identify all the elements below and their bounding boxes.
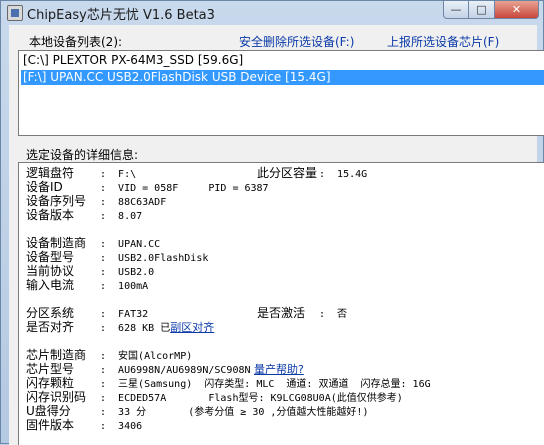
row-vendor: 设备制造商 : UPAN.CC [26, 236, 160, 250]
value-model: : USB2.0FlashDisk [100, 253, 209, 264]
value-score: : 33 分 (参考分值 ≥ 30 ,分值越大性能越好!) [100, 407, 369, 418]
row-logical-drive: 逻辑盘符 : F:\ [26, 166, 136, 180]
minimize-button[interactable]: — [443, 1, 469, 19]
value-activated: : 否 [319, 309, 348, 320]
row-flash-id: 闪存识别码 : ECDED57A Flash型号: K9LCG08U0A(此值仅供… [26, 390, 403, 404]
maximize-button[interactable]: □ [469, 1, 495, 19]
row-serial: 设备序列号 : 88C63ADF [26, 194, 166, 208]
details-label: 选定设备的详细信息: [26, 148, 139, 162]
key-chip-vendor: 芯片制造商 [26, 348, 87, 362]
device-item-c[interactable]: [C:\] PLEXTOR PX-64M3_SSD [59.6G] [21, 53, 544, 68]
key-model: 设备型号 [26, 250, 75, 264]
key-vendor: 设备制造商 [26, 236, 87, 250]
key-partition-cap: 此分区容量 [257, 166, 318, 180]
value-protocol: : USB2.0 [100, 267, 155, 278]
safe-remove-link[interactable]: 安全删除所选设备(F:) [239, 33, 354, 50]
row-partition-cap: 此分区容量: 15.4G [257, 166, 367, 180]
align-partition-link[interactable]: 副区对齐 [170, 321, 214, 334]
value-current: : 100mA [100, 281, 149, 292]
row-firmware: 固件版本 : 3406 [26, 418, 142, 432]
main-window: ChipEasy芯片无忧 V1.6 Beta3 — □ ✕ 本地设备列表(2):… [0, 0, 544, 445]
window-title: ChipEasy芯片无忧 V1.6 Beta3 [27, 8, 215, 23]
value-vendor: : UPAN.CC [100, 239, 161, 250]
key-current: 输入电流 [26, 278, 75, 292]
row-current: 输入电流 : 100mA [26, 278, 148, 292]
key-chip-model: 芯片型号 [26, 362, 75, 376]
row-flash: 闪存颗粒 : 三星(Samsung) 闪存类型: MLC 通道: 双通道 闪存总量… [26, 376, 431, 390]
window-controls: — □ ✕ [443, 1, 539, 20]
key-logical-drive: 逻辑盘符 [26, 166, 75, 180]
row-version: 设备版本 : 8.07 [26, 208, 142, 222]
key-version: 设备版本 [26, 208, 75, 222]
row-protocol: 当前协议 : USB2.0 [26, 264, 154, 278]
value-aligned: : 628 KB 已 [100, 323, 171, 334]
value-serial: : 88C63ADF [100, 197, 167, 208]
device-list-label: 本地设备列表(2): [29, 35, 123, 49]
value-logical-drive: : F:\ [100, 169, 137, 180]
device-list[interactable]: [C:\] PLEXTOR PX-64M3_SSD [59.6G] [F:\] … [18, 50, 544, 136]
key-serial: 设备序列号 [26, 194, 87, 208]
row-chip-vendor: 芯片制造商 : 安国(AlcorMP) [26, 348, 192, 362]
row-fs: 分区系统 : FAT32 [26, 306, 148, 320]
details-panel[interactable]: 逻辑盘符 : F:\ 此分区容量: 15.4G 设备ID : VID = 058F … [18, 162, 544, 445]
key-aligned: 是否对齐 [26, 320, 75, 334]
key-score: U盘得分 [26, 404, 71, 418]
key-flash: 闪存颗粒 [26, 376, 75, 390]
row-aligned: 是否对齐 : 628 KB 已副区对齐 [26, 320, 214, 334]
value-device-id: : VID = 058F PID = 6387 [100, 183, 269, 194]
value-version: : 8.07 [100, 211, 143, 222]
key-protocol: 当前协议 [26, 264, 75, 278]
value-chip-model: : AU6998N/AU6989N/SC908N [100, 365, 251, 376]
key-activated: 是否激活 [257, 306, 306, 320]
value-fs: : FAT32 [100, 309, 149, 320]
value-partition-cap: : 15.4G [319, 169, 368, 180]
row-device-id: 设备ID : VID = 058F PID = 6387 [26, 180, 269, 194]
key-fs: 分区系统 [26, 306, 75, 320]
row-model: 设备型号 : USB2.0FlashDisk [26, 250, 208, 264]
key-flash-id: 闪存识别码 [26, 390, 87, 404]
value-chip-vendor: : 安国(AlcorMP) [100, 351, 193, 362]
row-chip-model: 芯片型号 : AU6998N/AU6989N/SC908N 量产帮助? [26, 362, 304, 376]
row-activated: 是否激活 : 否 [257, 306, 347, 320]
row-score: U盘得分 : 33 分 (参考分值 ≥ 30 ,分值越大性能越好!) [26, 404, 368, 418]
value-flash-id: : ECDED57A Flash型号: K9LCG08U0A(此值仅供参考) [100, 393, 403, 404]
title-bar[interactable]: ChipEasy芯片无忧 V1.6 Beta3 — □ ✕ [1, 1, 544, 25]
key-firmware: 固件版本 [26, 418, 75, 432]
value-flash: : 三星(Samsung) 闪存类型: MLC 通道: 双通道 闪存总量: 16… [100, 379, 431, 390]
report-chip-link[interactable]: 上报所选设备芯片(F) [387, 33, 499, 50]
close-button[interactable]: ✕ [495, 1, 539, 19]
key-device-id: 设备ID [26, 180, 63, 194]
app-icon [7, 5, 23, 21]
mass-production-help-link[interactable]: 量产帮助? [254, 363, 304, 376]
value-firmware: : 3406 [100, 421, 143, 432]
device-item-f[interactable]: [F:\] UPAN.CC USB2.0FlashDisk USB Device… [21, 70, 544, 85]
